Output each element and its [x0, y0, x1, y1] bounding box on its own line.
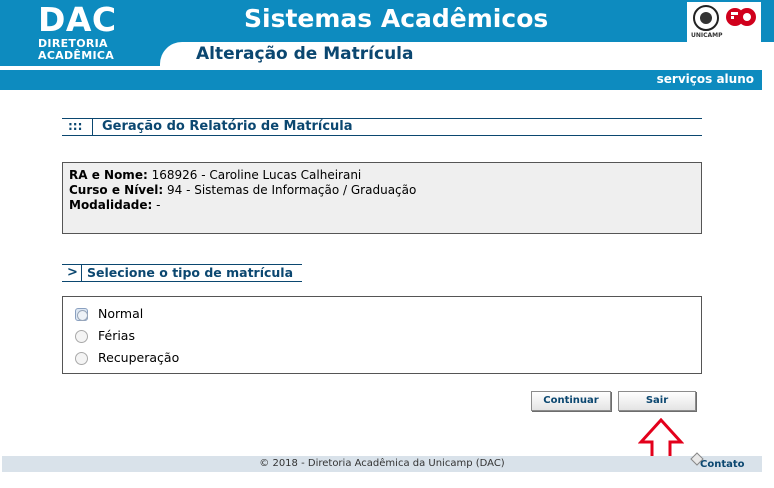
service-bar: serviços aluno — [0, 70, 762, 90]
student-info-box: RA e Nome: 168926 - Caroline Lucas Calhe… — [62, 162, 702, 234]
course-value: 94 - Sistemas de Informação / Graduação — [163, 183, 417, 197]
course-label: Curso e Nível: — [69, 183, 164, 197]
ra-name-label: RA e Nome: — [69, 168, 148, 182]
section-arrow-marker: > — [67, 265, 78, 280]
enrollment-type-options: Normal Férias Recuperação — [62, 296, 702, 374]
unicamp-label: UNICAMP — [691, 32, 723, 39]
select-type-header: > Selecione o tipo de matrícula — [62, 264, 302, 282]
subtitle-bar: Alteração de Matrícula — [160, 42, 774, 66]
report-section-header: ::: Geração do Relatório de Matrícula — [62, 118, 702, 136]
section-marker: ::: — [68, 119, 83, 133]
header-banner: DAC DIRETORIA ACADÊMICA Sistemas Acadêmi… — [0, 0, 774, 66]
unicamp-50-years-icon — [726, 8, 756, 26]
system-title: Sistemas Acadêmicos — [244, 4, 549, 33]
option-normal-label[interactable]: Normal — [98, 306, 143, 321]
course-row: Curso e Nível: 94 - Sistemas de Informaç… — [69, 183, 695, 198]
dac-logo[interactable]: DAC DIRETORIA ACADÊMICA — [6, 0, 136, 64]
section-divider — [81, 265, 82, 281]
section-divider — [92, 119, 93, 135]
option-ferias-label[interactable]: Férias — [98, 328, 135, 343]
unicamp-seal-icon — [693, 5, 719, 31]
modality-value: - — [152, 198, 161, 212]
footer-bar: © 2018 - Diretoria Acadêmica da Unicamp … — [2, 456, 762, 472]
modality-row: Modalidade: - — [69, 198, 695, 213]
dac-logo-line2: ACADÊMICA — [38, 49, 115, 62]
footer-copyright: © 2018 - Diretoria Acadêmica da Unicamp … — [259, 458, 505, 469]
continue-button[interactable]: Continuar — [531, 391, 611, 411]
section-title: Geração do Relatório de Matrícula — [102, 119, 353, 134]
radio-normal[interactable] — [75, 308, 88, 321]
ra-name-row: RA e Nome: 168926 - Caroline Lucas Calhe… — [69, 168, 695, 183]
radio-recuperacao[interactable] — [75, 352, 88, 365]
modality-label: Modalidade: — [69, 198, 153, 212]
services-student-link[interactable]: serviços aluno — [657, 72, 754, 86]
dac-logo-text: DAC — [38, 0, 117, 39]
radio-ferias[interactable] — [75, 330, 88, 343]
exit-button[interactable]: Sair — [618, 391, 696, 411]
select-type-title: Selecione o tipo de matrícula — [87, 265, 294, 280]
option-recuperacao-label[interactable]: Recuperação — [98, 350, 179, 365]
ra-name-value: 168926 - Caroline Lucas Calheirani — [147, 168, 362, 182]
unicamp-logo[interactable]: UNICAMP — [687, 2, 761, 42]
contact-link[interactable]: Contato — [700, 459, 745, 470]
page-subtitle: Alteração de Matrícula — [196, 44, 414, 64]
